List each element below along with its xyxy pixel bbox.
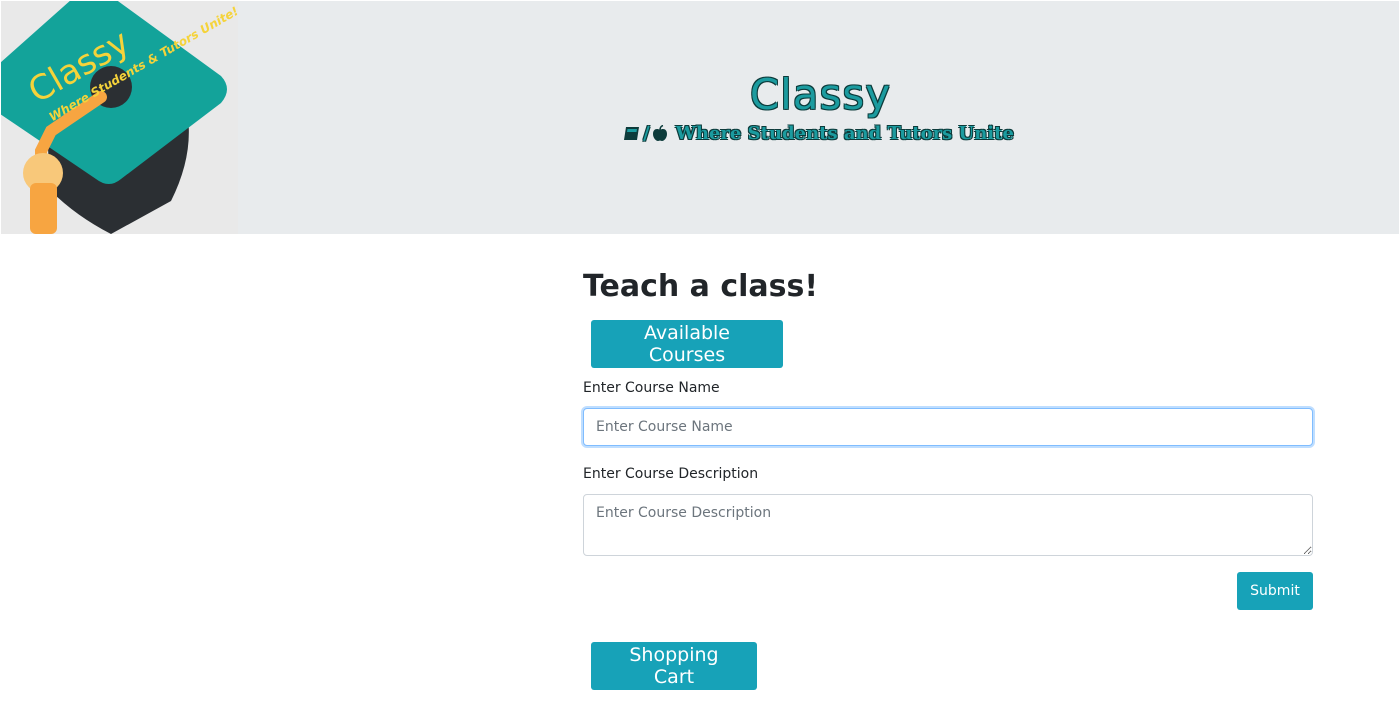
course-description-input[interactable] — [583, 494, 1313, 556]
teach-form: Teach a class! Available Courses Enter C… — [583, 266, 1313, 690]
shopping-cart-button[interactable]: Shopping Cart — [591, 642, 757, 690]
site-tagline: / Where Students and Tutors Unite — [238, 123, 1399, 144]
available-courses-button[interactable]: Available Courses — [591, 320, 783, 368]
tagline-separator: / — [643, 123, 650, 144]
tagline-text: Where Students and Tutors Unite — [675, 123, 1014, 144]
course-name-label: Enter Course Name — [583, 380, 720, 396]
apple-icon — [652, 125, 668, 142]
site-title: Classy — [749, 70, 892, 119]
course-description-label: Enter Course Description — [583, 466, 759, 482]
header-banner: Classy Where Students & Tutors Unite! Cl… — [1, 1, 1399, 234]
brand: Classy / Where Students and Tutors Unite — [238, 71, 1399, 144]
course-name-input[interactable] — [583, 408, 1313, 446]
page-title: Teach a class! — [583, 269, 819, 304]
book-icon — [623, 126, 641, 142]
submit-button[interactable]: Submit — [1237, 572, 1313, 610]
classy-logo: Classy Where Students & Tutors Unite! — [1, 1, 238, 234]
